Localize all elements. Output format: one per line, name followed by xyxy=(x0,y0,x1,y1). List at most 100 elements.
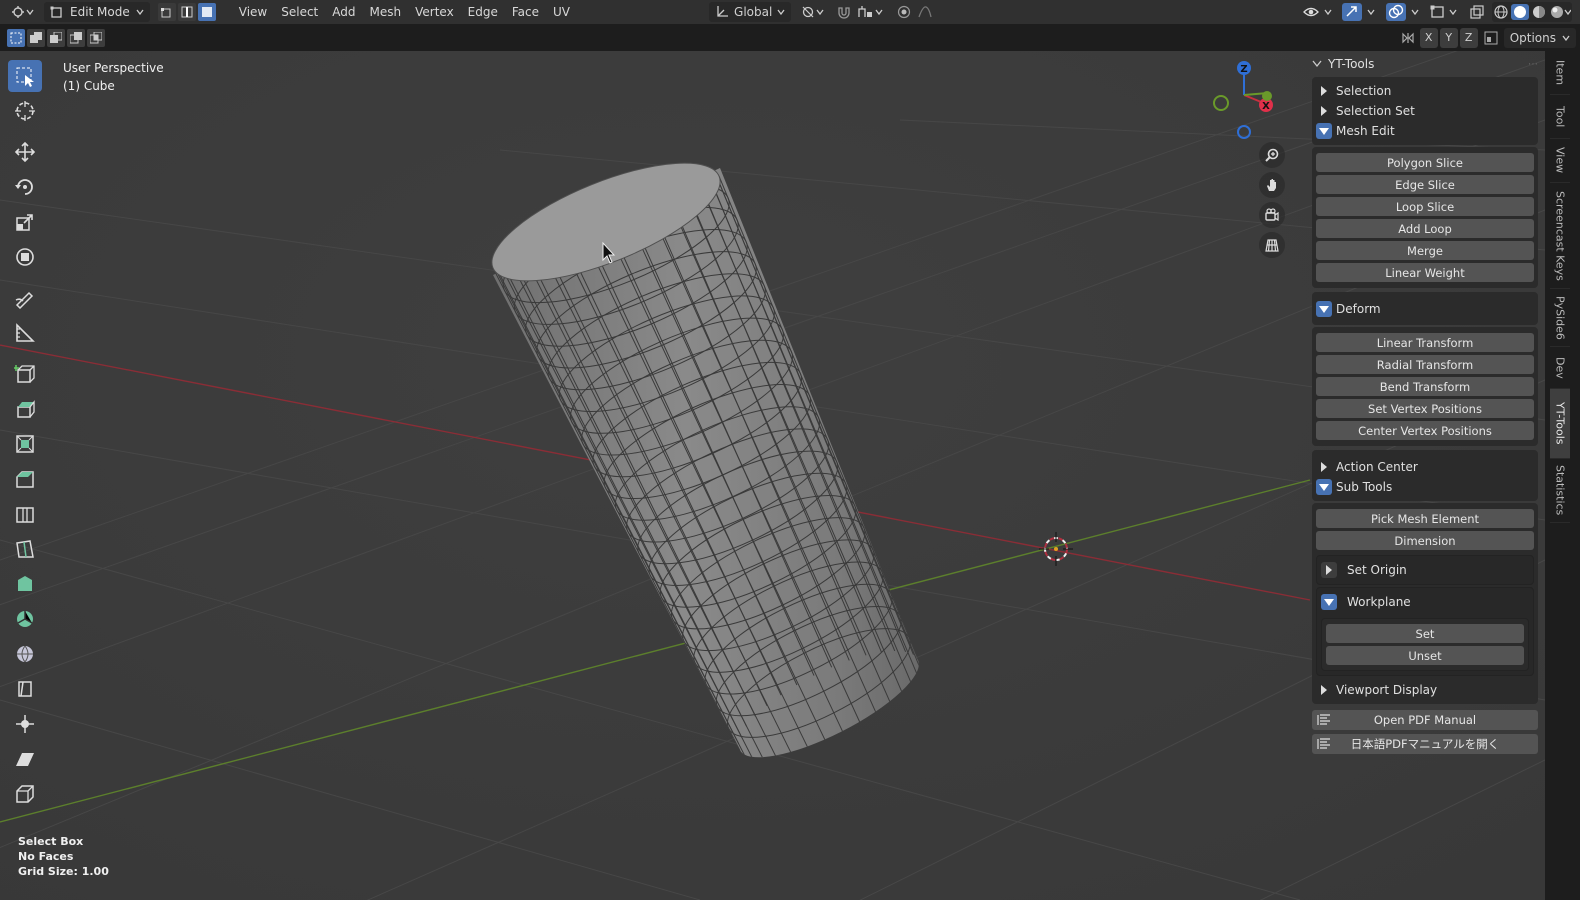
knife-tool-icon[interactable] xyxy=(8,533,42,565)
menu-uv[interactable]: UV xyxy=(546,2,577,22)
center-vertex-positions-button[interactable]: Center Vertex Positions xyxy=(1316,421,1534,440)
mirror-z-toggle[interactable]: Z xyxy=(1459,27,1478,48)
menu-view[interactable]: View xyxy=(232,2,274,22)
proportional-editing-icon[interactable] xyxy=(893,2,915,22)
select-subtract-icon[interactable] xyxy=(47,28,65,47)
linear-transform-button[interactable]: Linear Transform xyxy=(1316,333,1534,352)
section-sub-tools[interactable]: Sub Tools xyxy=(1312,477,1538,497)
section-workplane[interactable]: Workplane xyxy=(1317,592,1533,612)
visibility-eye-icon[interactable] xyxy=(1300,2,1336,22)
select-box-icon[interactable] xyxy=(8,60,42,92)
loop-slice-button[interactable]: Loop Slice xyxy=(1316,197,1534,216)
select-intersect-icon[interactable] xyxy=(87,28,105,47)
shading-mode-group[interactable] xyxy=(1492,2,1572,22)
move-tool-icon[interactable] xyxy=(8,136,42,168)
select-difference-icon[interactable] xyxy=(67,28,85,47)
menu-vertex[interactable]: Vertex xyxy=(408,2,461,22)
section-mesh-edit[interactable]: Mesh Edit xyxy=(1312,121,1538,141)
select-extend-icon[interactable] xyxy=(27,28,45,47)
pick-mesh-element-button[interactable]: Pick Mesh Element xyxy=(1316,509,1534,528)
spin-tool-icon[interactable] xyxy=(8,603,42,635)
open-pdf-manual-ja-button[interactable]: 日本語PDFマニュアルを開く xyxy=(1312,734,1538,754)
section-selection[interactable]: Selection xyxy=(1312,81,1538,101)
inset-faces-icon[interactable] xyxy=(8,428,42,460)
extrude-region-icon[interactable] xyxy=(8,393,42,425)
scale-tool-icon[interactable] xyxy=(8,206,42,238)
edge-select-icon[interactable] xyxy=(177,3,196,21)
workplane-unset-button[interactable]: Unset xyxy=(1326,646,1524,665)
rip-region-icon[interactable] xyxy=(8,778,42,810)
merge-button[interactable]: Merge xyxy=(1316,241,1534,260)
smooth-tool-icon[interactable] xyxy=(8,638,42,670)
shrink-fatten-icon[interactable] xyxy=(8,708,42,740)
menu-select[interactable]: Select xyxy=(274,2,325,22)
dimension-button[interactable]: Dimension xyxy=(1316,531,1534,550)
edge-slice-button[interactable]: Edge Slice xyxy=(1316,175,1534,194)
rotate-tool-icon[interactable] xyxy=(8,171,42,203)
tab-item[interactable]: Item xyxy=(1550,51,1570,95)
bevel-tool-icon[interactable] xyxy=(8,463,42,495)
pivot-point-icon[interactable] xyxy=(799,2,827,22)
open-pdf-manual-button[interactable]: Open PDF Manual xyxy=(1312,710,1538,730)
select-new-icon[interactable] xyxy=(7,28,25,47)
tab-yt-tools[interactable]: YT-Tools xyxy=(1550,389,1570,459)
tab-tool[interactable]: Tool xyxy=(1550,95,1570,139)
add-cube-tool-icon[interactable] xyxy=(8,358,42,390)
gizmos-icon[interactable] xyxy=(1340,2,1380,22)
bend-transform-button[interactable]: Bend Transform xyxy=(1316,377,1534,396)
mirror-butterfly-icon[interactable] xyxy=(1398,28,1418,48)
tab-screencast-keys[interactable]: Screencast Keys xyxy=(1550,183,1570,289)
section-action-center[interactable]: Action Center xyxy=(1312,457,1538,477)
snap-magnet-icon[interactable] xyxy=(833,2,855,22)
shear-tool-icon[interactable] xyxy=(8,743,42,775)
annotate-tool-icon[interactable] xyxy=(8,282,42,314)
measure-tool-icon[interactable] xyxy=(8,317,42,349)
set-vertex-positions-button[interactable]: Set Vertex Positions xyxy=(1316,399,1534,418)
mirror-y-toggle[interactable]: Y xyxy=(1439,27,1458,48)
section-selection-set[interactable]: Selection Set xyxy=(1312,101,1538,121)
mesh-edit-overlays-icon[interactable] xyxy=(1428,2,1462,22)
poly-build-icon[interactable] xyxy=(8,568,42,600)
transform-tool-icon[interactable] xyxy=(8,241,42,273)
linear-weight-button[interactable]: Linear Weight xyxy=(1316,263,1534,282)
options-dropdown[interactable]: Options xyxy=(1503,27,1576,48)
tab-pyside6[interactable]: PySide6 xyxy=(1550,289,1570,347)
loop-cut-icon[interactable] xyxy=(8,498,42,530)
mesh-symmetry-icon[interactable] xyxy=(1480,28,1502,48)
editor-type-icon[interactable] xyxy=(6,2,40,22)
tab-dev[interactable]: Dev xyxy=(1550,347,1570,389)
camera-view-icon[interactable] xyxy=(1259,202,1285,228)
face-select-icon[interactable] xyxy=(197,3,216,21)
zoom-icon[interactable] xyxy=(1259,142,1285,168)
overlays-icon[interactable] xyxy=(1384,2,1424,22)
snap-target-icon[interactable] xyxy=(855,2,887,22)
menu-add[interactable]: Add xyxy=(325,2,362,22)
gizmo-neg-z-handle[interactable] xyxy=(1237,125,1251,139)
navigation-gizmo[interactable]: Z X xyxy=(1200,57,1290,147)
pan-hand-icon[interactable] xyxy=(1259,172,1285,198)
drag-handle-icon[interactable]: ⋯ xyxy=(1528,59,1538,70)
tab-view[interactable]: View xyxy=(1550,139,1570,183)
transform-orientation-dropdown[interactable]: Global xyxy=(709,2,792,22)
tab-statistics[interactable]: Statistics xyxy=(1550,459,1570,523)
section-set-origin[interactable]: Set Origin xyxy=(1317,560,1533,580)
perspective-grid-icon[interactable] xyxy=(1259,232,1285,258)
section-deform[interactable]: Deform xyxy=(1312,299,1538,319)
section-viewport-display[interactable]: Viewport Display xyxy=(1312,680,1538,700)
menu-mesh[interactable]: Mesh xyxy=(363,2,409,22)
gizmo-y-handle[interactable] xyxy=(1262,91,1272,101)
workplane-set-button[interactable]: Set xyxy=(1326,624,1524,643)
panel-header[interactable]: YT-Tools ⋯ xyxy=(1306,51,1544,77)
cursor-tool-icon[interactable] xyxy=(8,95,42,127)
radial-transform-button[interactable]: Radial Transform xyxy=(1316,355,1534,374)
falloff-curve-icon[interactable] xyxy=(915,2,941,22)
gizmo-neg-y-handle[interactable] xyxy=(1213,95,1229,111)
xray-toggle-icon[interactable] xyxy=(1466,2,1488,22)
menu-face[interactable]: Face xyxy=(505,2,546,22)
mode-dropdown[interactable]: Edit Mode xyxy=(44,2,150,22)
polygon-slice-button[interactable]: Polygon Slice xyxy=(1316,153,1534,172)
vertex-select-icon[interactable] xyxy=(157,3,176,21)
menu-edge[interactable]: Edge xyxy=(461,2,505,22)
add-loop-button[interactable]: Add Loop xyxy=(1316,219,1534,238)
mirror-x-toggle[interactable]: X xyxy=(1419,27,1438,48)
